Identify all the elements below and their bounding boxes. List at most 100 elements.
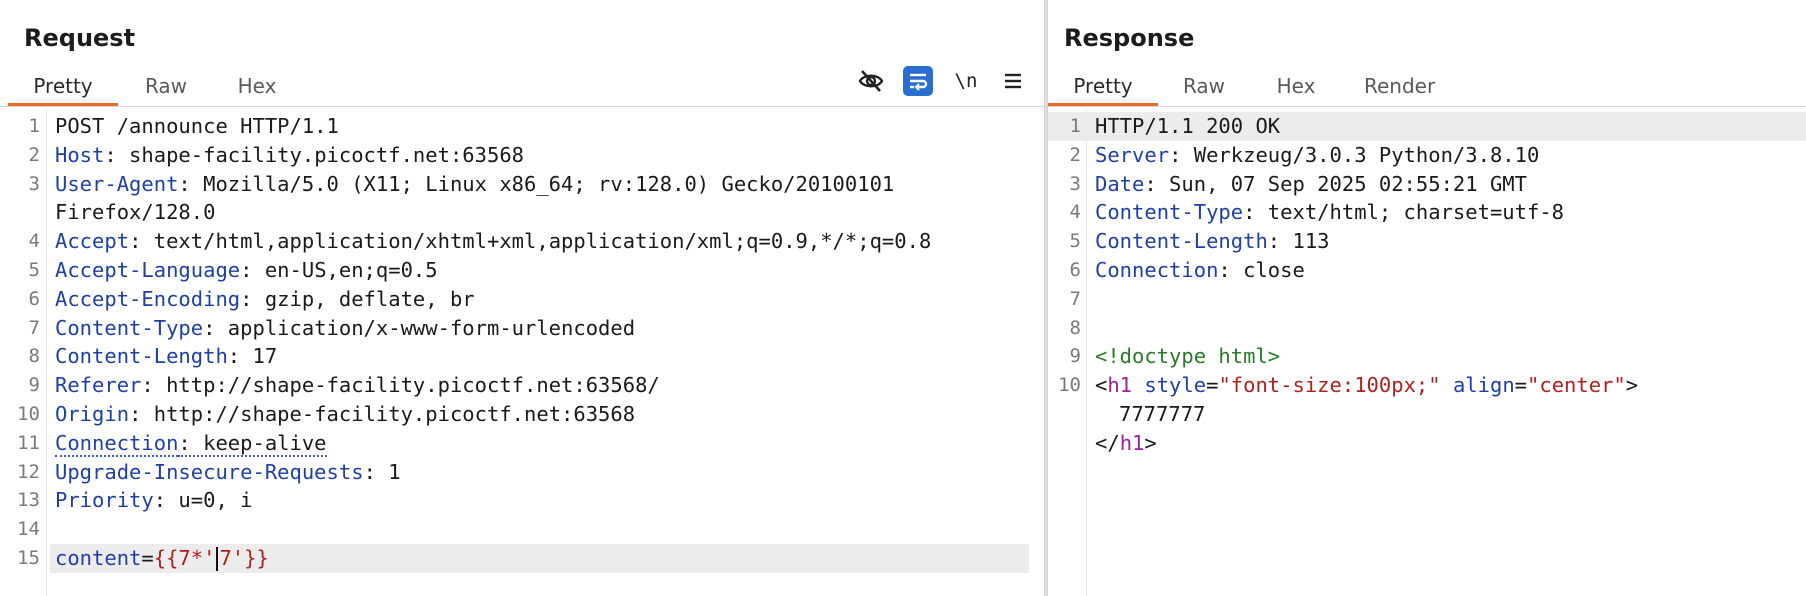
- header-name: User-Agent: [55, 171, 179, 196]
- code-line: 14: [0, 515, 1044, 544]
- header-name: Date: [1095, 171, 1145, 196]
- line-content: Server: Werkzeug/3.0.3 Python/3.8.10: [1095, 141, 1539, 170]
- code-line: 4 Content-Type: text/html; charset=utf-8: [1048, 198, 1806, 227]
- line-number: 10: [17, 402, 40, 425]
- tag-name: h1: [1119, 430, 1145, 455]
- header-value: : Sun, 07 Sep 2025 02:55:21 GMT: [1144, 171, 1527, 196]
- header-value: : u=0, i: [153, 488, 253, 513]
- code-line: 12 Upgrade-Insecure-Requests: 1: [0, 458, 1044, 487]
- header-value: : http://shape-facility.picoctf.net:6356…: [141, 373, 660, 398]
- line-number: 3: [28, 172, 40, 195]
- tag-bracket: >: [1625, 373, 1639, 398]
- tab-raw[interactable]: Raw: [118, 68, 214, 104]
- menu-icon[interactable]: [998, 66, 1028, 96]
- line-number: 2: [1069, 143, 1081, 166]
- body-equals: =: [141, 545, 154, 570]
- attr-equals: =: [1514, 373, 1528, 398]
- header-name: Content-Length: [1095, 229, 1268, 254]
- header-name: Connection: [55, 430, 179, 457]
- line-number: 8: [28, 345, 40, 368]
- line-number: 5: [1069, 230, 1081, 253]
- line-content: Accept-Language: en-US,en;q=0.5: [55, 256, 438, 285]
- code-line: Firefox/128.0: [0, 198, 1044, 227]
- code-line: 7777777: [1048, 400, 1806, 429]
- line-content: Origin: http://shape-facility.picoctf.ne…: [55, 400, 635, 429]
- line-content: HTTP/1.1 200 OK: [1095, 112, 1280, 141]
- line-content: Referer: http://shape-facility.picoctf.n…: [55, 371, 660, 400]
- code-line: 6 Connection: close: [1048, 256, 1806, 285]
- line-number: 15: [17, 546, 40, 569]
- code-line: 4 Accept: text/html,application/xhtml+xml…: [0, 227, 1044, 256]
- line-content: POST /announce HTTP/1.1: [55, 112, 339, 141]
- line-number: 2: [28, 143, 40, 166]
- code-line: 10 <h1 style="font-size:100px;" align="ce…: [1048, 371, 1806, 400]
- eye-off-icon[interactable]: [856, 66, 886, 96]
- header-name: Upgrade-Insecure-Requests: [55, 459, 364, 484]
- line-number: 12: [17, 460, 40, 483]
- tab-pretty[interactable]: Pretty: [8, 68, 118, 106]
- line-number: 13: [17, 489, 40, 512]
- header-name: Content-Type: [55, 315, 204, 340]
- tag-name: h1: [1107, 373, 1133, 398]
- header-value: : close: [1218, 257, 1305, 282]
- line-content: Upgrade-Insecure-Requests: 1: [55, 458, 401, 487]
- line-number: 4: [1069, 201, 1081, 224]
- code-line: </h1>: [1048, 429, 1806, 458]
- response-lines: 1 HTTP/1.1 200 OK 2 Server: Werkzeug/3.0.3 …: [1048, 112, 1806, 458]
- tab-hex[interactable]: Hex: [1250, 68, 1342, 104]
- line-number: 7: [1069, 287, 1081, 310]
- wrap-icon[interactable]: [903, 66, 933, 96]
- line-content: Host: shape-facility.picoctf.net:63568: [55, 141, 524, 170]
- response-tabbar: Pretty Raw Hex Render: [1048, 68, 1806, 107]
- header-name: HTTP/1.1 200 OK: [1095, 114, 1281, 138]
- code-line: 1 POST /announce HTTP/1.1: [0, 112, 1044, 141]
- burp-repeater-view: Request Pretty Raw Hex \n 1 POST /announ…: [0, 0, 1806, 596]
- body-param-name: content: [55, 545, 142, 570]
- code-line: 1 HTTP/1.1 200 OK: [1048, 112, 1806, 141]
- header-name: Priority: [55, 488, 154, 513]
- line-content: Content-Type: application/x-www-form-url…: [55, 314, 635, 343]
- line-content: </h1>: [1095, 429, 1157, 458]
- request-editor[interactable]: 1 POST /announce HTTP/1.1 2 Host: shape-fac…: [0, 108, 1044, 596]
- header-name: Origin: [55, 401, 130, 426]
- line-number: 5: [28, 258, 40, 281]
- header-name: Server: [1095, 142, 1170, 167]
- header-name: Accept: [55, 229, 130, 254]
- tab-render[interactable]: Render: [1342, 68, 1456, 104]
- response-editor[interactable]: 1 HTTP/1.1 200 OK 2 Server: Werkzeug/3.0.3 …: [1048, 108, 1806, 596]
- header-value: : http://shape-facility.picoctf.net:6356…: [129, 401, 636, 426]
- newline-icon[interactable]: \n: [951, 66, 981, 96]
- line-number: 6: [28, 287, 40, 310]
- tab-raw[interactable]: Raw: [1158, 68, 1250, 104]
- header-name: Accept-Encoding: [55, 286, 241, 311]
- request-panel: Request Pretty Raw Hex \n 1 POST /announ…: [0, 0, 1044, 596]
- code-line: 9 <!doctype html>: [1048, 342, 1806, 371]
- header-value: : Mozilla/5.0 (X11; Linux x86_64; rv:128…: [178, 171, 895, 196]
- line-content: content={{7*' 7'}}: [55, 544, 269, 573]
- line-content: Priority: u=0, i: [55, 486, 253, 515]
- line-content: Connection: keep-alive: [55, 429, 327, 458]
- h1-text: 7777777: [1119, 401, 1206, 426]
- header-value: : 113: [1267, 229, 1330, 254]
- code-line: 9 Referer: http://shape-facility.picoctf.…: [0, 371, 1044, 400]
- tab-hex[interactable]: Hex: [214, 68, 300, 104]
- attr-value: "center": [1527, 373, 1626, 398]
- tag-bracket: </: [1095, 430, 1120, 455]
- code-line: 6 Accept-Encoding: gzip, deflate, br: [0, 285, 1044, 314]
- attr-equals: =: [1206, 373, 1219, 398]
- code-line: 10 Origin: http://shape-facility.picoctf.…: [0, 400, 1044, 429]
- header-name: Connection: [1095, 257, 1219, 282]
- line-content: Firefox/128.0: [55, 198, 215, 227]
- tab-pretty[interactable]: Pretty: [1048, 68, 1158, 106]
- code-line: 2 Host: shape-facility.picoctf.net:63568: [0, 141, 1044, 170]
- line-number: 7: [28, 316, 40, 339]
- header-name: POST /announce HTTP/1.1: [55, 114, 339, 138]
- code-line: 5 Content-Length: 113: [1048, 227, 1806, 256]
- attr-name: style: [1144, 373, 1207, 398]
- line-number: 9: [1069, 345, 1081, 368]
- code-line: 8: [1048, 314, 1806, 343]
- header-value: : en-US,en;q=0.5: [240, 257, 438, 282]
- line-number: 8: [1069, 316, 1081, 339]
- code-line: 13 Priority: u=0, i: [0, 486, 1044, 515]
